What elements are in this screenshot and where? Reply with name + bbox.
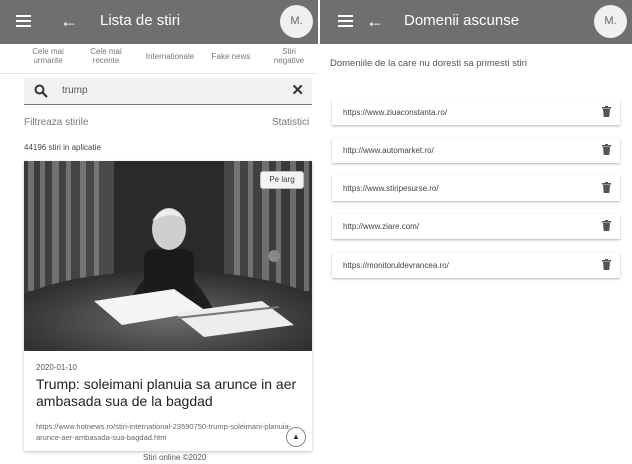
search-bar[interactable]: trump ✕ [24, 78, 312, 105]
search-icon[interactable] [34, 84, 48, 98]
footer-text: Stiri online ©2020 [143, 453, 207, 462]
arrow-left-icon[interactable]: ← [362, 8, 388, 34]
domain-url: https://www.ziuaconstanta.ro/ [343, 108, 448, 117]
page-title: Lista de stiri [100, 12, 181, 29]
trash-icon[interactable] [602, 220, 611, 231]
domain-url: http://www.ziare.com/ [343, 222, 420, 231]
article-url[interactable]: https://www.hotnews.ro/stiri-internation… [36, 421, 292, 443]
article-count: 44196 stiri in aplicatie [24, 143, 101, 152]
tab-fake-news[interactable]: Fake news [206, 52, 256, 61]
domain-item: http://www.automarket.ro/ [332, 138, 620, 163]
page-title: Domenii ascunse [404, 12, 520, 29]
trash-icon[interactable] [602, 144, 611, 155]
article-date: 2020-01-10 [36, 363, 77, 372]
hidden-domains-screen: ← Domenii ascunse M. Domeniile de la car… [320, 0, 632, 464]
tab-internationale[interactable]: Internationale [140, 52, 200, 61]
close-icon[interactable]: ✕ [291, 81, 304, 99]
chevron-up-icon[interactable]: ▲ [286, 427, 306, 447]
menu-icon[interactable] [332, 8, 358, 34]
top-app-bar: ← Lista de stiri M. [0, 0, 318, 44]
section-description: Domeniile de la care nu doresti sa prime… [330, 58, 527, 69]
category-tabs: Cele mai urmarite Cele mai recente Inter… [0, 44, 318, 74]
arrow-left-icon[interactable]: ← [56, 8, 82, 34]
avatar[interactable]: M. [280, 5, 313, 38]
domain-url: http://www.automarket.ro/ [343, 146, 434, 155]
trash-icon[interactable] [602, 182, 611, 193]
domain-item: https://www.stiripesurse.ro/ [332, 176, 620, 201]
tab-cele-mai-recente[interactable]: Cele mai recente [78, 47, 134, 65]
top-app-bar: ← Domenii ascunse M. [320, 0, 632, 44]
menu-icon[interactable] [10, 8, 36, 34]
tab-cele-mai-urmarite[interactable]: Cele mai urmarite [20, 47, 76, 65]
domain-item: http://www.ziare.com/ [332, 214, 620, 239]
domain-url: https://www.stiripesurse.ro/ [343, 184, 439, 193]
news-list-screen: ← Lista de stiri M. Cele mai urmarite Ce… [0, 0, 318, 464]
article-title[interactable]: Trump: soleimani planuia sa arunce in ae… [36, 376, 306, 410]
trash-icon[interactable] [602, 259, 611, 270]
news-card[interactable]: Pe larg 2020-01-10 Trump: soleimani plan… [24, 161, 312, 451]
avatar[interactable]: M. [594, 5, 627, 38]
read-more-button[interactable]: Pe larg [260, 171, 304, 189]
article-photo [24, 161, 312, 351]
filter-link[interactable]: Filtreaza stirile [24, 117, 88, 128]
domain-item: https://monitoruldevrancea.ro/ [332, 253, 620, 278]
search-input[interactable]: trump [62, 85, 88, 96]
trash-icon[interactable] [602, 106, 611, 117]
domain-item: https://www.ziuaconstanta.ro/ [332, 100, 620, 125]
domain-url: https://monitoruldevrancea.ro/ [343, 261, 449, 270]
statistics-link[interactable]: Statistici [272, 117, 309, 128]
tab-stiri-negative[interactable]: Stiri negative [266, 47, 312, 65]
